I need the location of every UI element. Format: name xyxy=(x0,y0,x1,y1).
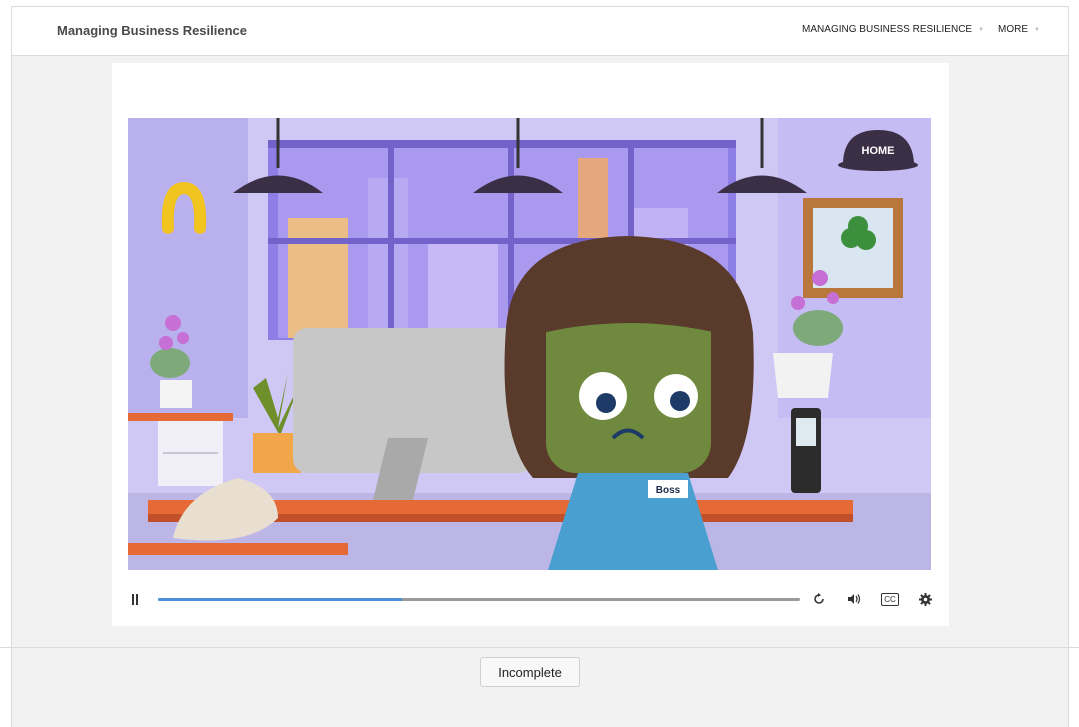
home-sign-text: HOME xyxy=(862,145,895,157)
nav-item-course[interactable]: MANAGING BUSINESS RESILIENCE ▼ xyxy=(802,24,984,35)
video-controls: CC xyxy=(128,588,933,610)
completion-status-button[interactable]: Incomplete xyxy=(480,657,580,687)
course-title: Managing Business Resilience xyxy=(57,23,248,38)
name-badge-text: Boss xyxy=(656,485,681,496)
closed-captions-button[interactable]: CC xyxy=(880,588,900,610)
nav-item-more[interactable]: MORE ▼ xyxy=(998,24,1040,35)
progress-bar[interactable] xyxy=(158,598,800,601)
closed-captions-icon: CC xyxy=(881,592,899,606)
chevron-down-icon: ▼ xyxy=(978,26,985,33)
top-bar: Managing Business Resilience MANAGING BU… xyxy=(12,7,1068,56)
replay-icon xyxy=(814,593,824,604)
video-card: HOME Boss CC xyxy=(112,63,949,626)
nav-item-label: MORE xyxy=(998,24,1029,35)
pause-button[interactable] xyxy=(128,588,142,610)
replay-button[interactable] xyxy=(811,588,827,610)
video-player[interactable]: HOME Boss xyxy=(128,118,931,570)
video-frame-illustration: HOME Boss xyxy=(128,118,931,570)
nav-item-label: MANAGING BUSINESS RESILIENCE xyxy=(802,24,973,35)
settings-icon xyxy=(918,592,932,606)
volume-icon xyxy=(848,594,861,604)
top-nav: MANAGING BUSINESS RESILIENCE ▼ MORE ▼ xyxy=(802,24,1040,35)
progress-fill xyxy=(158,598,402,601)
volume-button[interactable] xyxy=(845,588,863,610)
chevron-down-icon: ▼ xyxy=(1034,26,1040,33)
footer-divider xyxy=(0,647,1079,648)
settings-button[interactable] xyxy=(917,588,933,610)
pause-icon xyxy=(132,593,134,605)
